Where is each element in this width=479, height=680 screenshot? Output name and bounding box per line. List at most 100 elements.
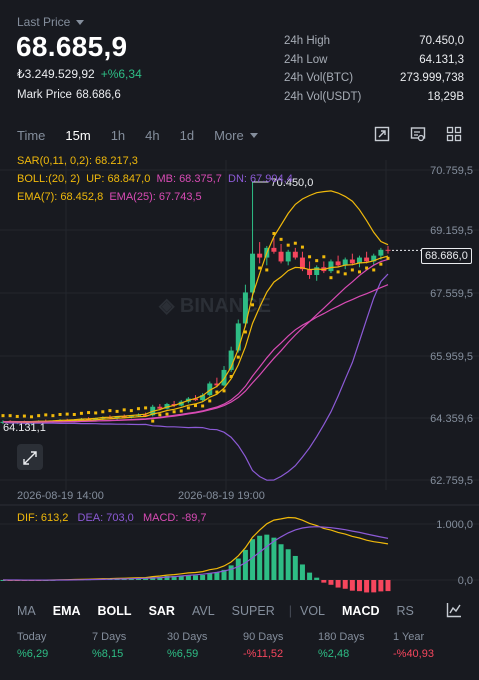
macd-histogram-bar xyxy=(349,580,355,591)
y-tick-label: 65.959,5 xyxy=(430,351,473,363)
sar-dot xyxy=(136,407,140,411)
perf-label: Today xyxy=(17,631,47,643)
sar-dot xyxy=(179,409,183,413)
perf-180d: 180 Days %2,48 xyxy=(318,631,364,660)
macd-tick-label: 1.000,0 xyxy=(436,519,473,531)
sar-dot xyxy=(286,243,290,247)
indicator-sar[interactable]: SAR xyxy=(149,604,175,618)
y-tick-label: 67.559,5 xyxy=(430,288,473,300)
candle-body xyxy=(257,253,263,258)
sar-dot xyxy=(293,241,297,245)
current-price-tag: 68.686,0 xyxy=(421,248,472,264)
indicator-settings-icon[interactable] xyxy=(446,602,462,618)
macd-histogram-bar xyxy=(321,580,327,583)
sar-dot xyxy=(8,414,12,418)
sar-dot xyxy=(72,412,76,416)
indicator-settings-wrap xyxy=(436,596,479,624)
tab-1h[interactable]: 1h xyxy=(111,128,125,143)
sar-dot xyxy=(357,270,361,274)
price-sub: ₺3.249.529,92 +%6,34 xyxy=(17,67,142,81)
macd-histogram-bar xyxy=(342,580,348,589)
perf-7d: 7 Days %8,15 xyxy=(92,631,126,660)
macd-histogram-bar xyxy=(228,565,234,580)
x-tick-label: 2026-08-19 19:00 xyxy=(178,490,265,502)
indicator-boll[interactable]: BOLL xyxy=(98,604,132,618)
sar-dot xyxy=(194,404,197,408)
legend-dif: DIF: 613,2 xyxy=(17,512,69,524)
y-tick-label: 70.759,5 xyxy=(430,165,473,177)
candle-body xyxy=(221,369,227,386)
sar-dot xyxy=(215,390,219,394)
mark-price-value: 68.686,6 xyxy=(75,89,121,101)
tab-4h[interactable]: 4h xyxy=(145,128,159,143)
sar-dot xyxy=(101,410,105,414)
last-price-selector[interactable]: Last Price xyxy=(17,15,85,29)
macd-histogram-bar xyxy=(314,577,320,580)
fiat-value: ₺3.249.529,92 xyxy=(17,67,95,81)
indicator-avl[interactable]: AVL xyxy=(192,604,215,618)
layout-grid-icon[interactable] xyxy=(446,126,462,142)
stat-value: 70.450,0 xyxy=(419,35,464,48)
last-price-label: Last Price xyxy=(17,15,71,29)
macd-histogram-bar xyxy=(257,535,263,580)
indicator-ma[interactable]: MA xyxy=(17,604,36,618)
perf-value: %6,29 xyxy=(17,648,49,660)
tab-more[interactable]: More xyxy=(214,128,258,143)
chart-settings-icon[interactable] xyxy=(410,126,426,142)
sar-dot xyxy=(372,268,376,272)
legend-macd: DIF: 613,2 DEA: 703,0 MACD: -89,7 xyxy=(17,512,207,524)
fullscreen-icon[interactable] xyxy=(374,126,390,142)
legend-sar: SAR(0,11, 0,2): 68.217,3 xyxy=(17,155,138,167)
x-tick-label: 2026-08-19 14:00 xyxy=(17,490,104,502)
indicator-rs[interactable]: RS xyxy=(397,604,414,618)
sar-dot xyxy=(308,255,312,259)
stat-value: 273.999,738 xyxy=(400,72,464,85)
perf-90d: 90 Days -%11,52 xyxy=(243,631,283,660)
mark-price: Mark Price 68.686,6 xyxy=(17,89,121,101)
legend-ema25: EMA(25): 67.743,5 xyxy=(109,191,202,203)
legend-boll-dn: DN: 67.904,4 xyxy=(228,173,293,185)
tab-15m[interactable]: 15m xyxy=(65,128,90,143)
expand-icon xyxy=(17,444,43,470)
sar-dot xyxy=(350,268,354,272)
candle-body xyxy=(250,253,256,293)
tab-1d[interactable]: 1d xyxy=(180,128,194,143)
sar-dot xyxy=(87,411,91,415)
y-tick-label: 64.359,6 xyxy=(430,413,473,425)
macd-histogram-bar xyxy=(328,580,334,585)
indicator-vol[interactable]: VOL xyxy=(300,604,325,618)
sar-dot xyxy=(272,232,276,236)
legend-dea: DEA: 703,0 xyxy=(77,512,134,524)
sar-dot xyxy=(329,276,333,280)
macd-tick-label: 0,0 xyxy=(458,575,473,587)
perf-value: -%40,93 xyxy=(393,648,434,660)
sar-dot xyxy=(386,256,390,260)
candle-body xyxy=(349,259,355,264)
tab-more-label: More xyxy=(214,127,244,143)
indicator-macd[interactable]: MACD xyxy=(342,604,380,618)
indicator-tabs: MA EMA BOLL SAR AVL SUPER | VOL MACD RS xyxy=(0,601,479,621)
macd-histogram-bar xyxy=(307,572,313,580)
price-chart[interactable]: ◈ BINANCE 70.759,5 69.159,5 67.559,5 65.959,… xyxy=(0,150,479,662)
y-tick-label: 62.759,5 xyxy=(430,475,473,487)
sar-dot xyxy=(115,409,119,413)
legend-boll: BOLL:(20, 2) UP: 68.847,0 MB: 68.375,7 D… xyxy=(17,173,293,185)
candle-body xyxy=(364,257,370,262)
macd-histogram-bar xyxy=(371,580,377,593)
watermark-logo: ◈ BINANCE xyxy=(158,295,271,317)
sar-dot xyxy=(165,412,169,416)
legend-boll-mb: MB: 68.375,7 xyxy=(156,173,222,185)
tab-time[interactable]: Time xyxy=(17,128,45,143)
app-root: Last Price 68.685,9 ₺3.249.529,92 +%6,34… xyxy=(0,0,479,680)
indicator-super[interactable]: SUPER xyxy=(232,604,275,618)
indicator-ema[interactable]: EMA xyxy=(53,604,81,618)
macd-histogram-bar xyxy=(335,580,341,588)
sar-dot xyxy=(243,330,247,334)
sar-dot xyxy=(158,413,162,417)
legend-ema: EMA(7): 68.452,8 EMA(25): 67.743,5 xyxy=(17,191,202,203)
perf-value: %8,15 xyxy=(92,648,124,660)
sar-dot xyxy=(265,268,269,272)
macd-histogram-bar xyxy=(200,574,206,580)
perf-label: 90 Days xyxy=(243,631,284,643)
candle-body xyxy=(328,261,334,272)
